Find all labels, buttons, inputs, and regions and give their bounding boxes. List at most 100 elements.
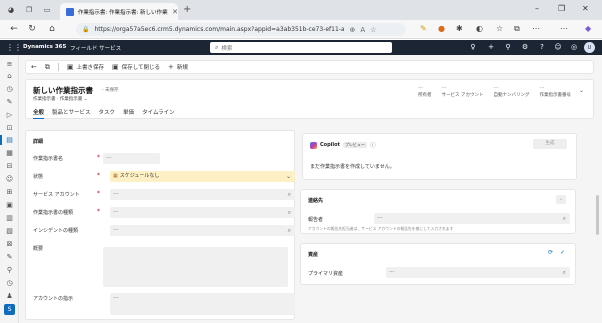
app-name[interactable]: フィールド サービス xyxy=(70,44,121,52)
scrollbar[interactable] xyxy=(596,195,599,235)
assets-icon[interactable]: ▣ xyxy=(5,201,14,210)
run-icon[interactable]: ▷ xyxy=(5,111,14,120)
new-button[interactable]: + 新規 xyxy=(168,63,188,71)
bookings-icon[interactable]: ⊟ xyxy=(5,162,14,171)
work-order-type-lookup[interactable]: --- ⌕ xyxy=(110,207,295,218)
chevron-down-icon[interactable]: ⌄ xyxy=(579,87,584,94)
brand-label[interactable]: Dynamics 365 xyxy=(23,44,66,50)
tab-actions-icon[interactable]: ▭ xyxy=(42,5,52,15)
avatar[interactable]: U xyxy=(584,42,595,53)
lookup-value: --- xyxy=(377,215,383,221)
generate-button[interactable]: 生成 xyxy=(533,139,567,149)
people-icon[interactable]: ☺ xyxy=(5,175,14,184)
split-screen-icon[interactable]: ◐ xyxy=(476,24,483,33)
global-search-input[interactable]: ⌕ 検索 xyxy=(210,42,392,53)
tab-price[interactable]: 単価 xyxy=(123,108,134,119)
primary-asset-lookup[interactable]: --- ⌕ xyxy=(386,267,570,278)
service-account-lookup[interactable]: --- ⌕ xyxy=(110,189,295,200)
settings-more-icon[interactable]: ⋯ xyxy=(532,24,540,33)
browser-tab[interactable]: 作業指示書: 作業指示書: 新しい作業指示書 ✕ xyxy=(60,3,178,20)
back-button[interactable]: ← xyxy=(31,63,37,71)
tab-title: 作業指示書: 作業指示書: 新しい作業指示書 xyxy=(77,9,168,16)
close-window-icon[interactable]: ✕ xyxy=(582,4,589,13)
read-aloud-icon[interactable]: A xyxy=(360,26,365,34)
chat-icon[interactable]: ☺ xyxy=(553,43,563,51)
field-label: 報告者 xyxy=(308,217,324,223)
collections-icon[interactable]: ⧉ xyxy=(514,24,520,34)
header-field-value: --- xyxy=(418,86,423,91)
waffle-icon[interactable]: ⋮⋮ xyxy=(6,43,22,52)
more-icon[interactable]: ⋯ xyxy=(560,24,568,33)
favorites-icon[interactable]: ☆ xyxy=(496,24,503,33)
status-select[interactable]: ▦ スケジュールなし ⌄ xyxy=(110,171,295,182)
profile-icon[interactable]: ◕ xyxy=(6,5,16,15)
workspaces-icon[interactable]: ❐ xyxy=(24,5,34,15)
copilot-name: Copilot xyxy=(320,142,340,148)
tools-icon[interactable]: ✎ xyxy=(5,253,14,262)
copilot-header-icon[interactable]: ◎ xyxy=(569,43,579,51)
save-button[interactable]: ▣ 上書き保存 xyxy=(67,63,104,71)
info-icon[interactable]: ⓘ xyxy=(370,141,376,149)
help-icon[interactable]: ? xyxy=(537,43,547,51)
maximize-icon[interactable]: ❐ xyxy=(558,4,565,13)
documents-icon[interactable]: ▥ xyxy=(5,214,14,223)
add-icon[interactable]: + xyxy=(486,43,496,51)
form-selector[interactable]: 作業指示書 xyxy=(60,97,83,102)
header-field-service-account[interactable]: --- サービス アカウント xyxy=(442,86,484,98)
location-icon[interactable]: ⚲ xyxy=(5,266,14,275)
save-and-close-button[interactable]: ▣ 保存して閉じる xyxy=(112,63,160,71)
minimize-icon[interactable]: – xyxy=(535,4,539,13)
settings-icon[interactable]: ⚙ xyxy=(520,43,530,51)
home-icon[interactable]: ⌂ xyxy=(46,24,58,34)
extension-puzzle-icon[interactable]: ✱ xyxy=(456,24,463,33)
calendar-icon[interactable]: ▦ xyxy=(5,149,14,158)
extension-orange-icon[interactable]: ● xyxy=(438,24,445,33)
cases-icon[interactable]: ▧ xyxy=(5,227,14,236)
refresh-icon[interactable]: ⟳ xyxy=(548,249,553,256)
tab-close-icon[interactable]: ✕ xyxy=(172,8,178,16)
check-icon[interactable]: ✓ xyxy=(560,249,565,256)
area-switcher-icon[interactable]: S xyxy=(4,304,15,315)
recent-icon[interactable]: ◷ xyxy=(5,85,14,94)
url-field[interactable]: 🔒 https://orga57a5ec6.crm5.dynamics.com/… xyxy=(76,23,406,36)
work-orders-icon[interactable]: ▤ xyxy=(5,136,14,145)
favorite-star-icon[interactable]: ☆ xyxy=(370,26,376,34)
summary-textarea[interactable] xyxy=(103,247,288,287)
contact-action-button[interactable]: ⌄ xyxy=(556,195,566,204)
refresh-icon[interactable]: ↻ xyxy=(26,24,38,34)
extension-pen-icon[interactable]: ✎ xyxy=(420,24,427,33)
filter-icon[interactable]: ⚲ xyxy=(503,43,513,51)
lightbulb-icon[interactable]: ♀ xyxy=(468,43,478,51)
pinned-icon[interactable]: ✎ xyxy=(5,98,14,107)
reported-by-lookup[interactable]: --- ⌕ xyxy=(374,213,570,224)
home-nav-icon[interactable]: ⌂ xyxy=(5,72,14,81)
back-icon[interactable]: ← xyxy=(8,24,20,34)
schedule-icon[interactable]: ⊡ xyxy=(5,124,14,133)
tab-timeline[interactable]: タイムライン xyxy=(142,108,175,119)
header-field-autonumber[interactable]: --- 自動ナンバリング xyxy=(494,86,530,98)
time-icon[interactable]: ◷ xyxy=(5,279,14,288)
tab-general[interactable]: 全般 xyxy=(33,108,45,119)
tab-tasks[interactable]: タスク xyxy=(99,108,116,119)
account-instructions-field[interactable]: --- xyxy=(110,293,295,315)
incident-type-lookup[interactable]: --- ⌕ xyxy=(110,225,295,236)
copilot-browser-icon[interactable]: ◆ xyxy=(585,24,591,33)
popout-button[interactable]: ⧉ xyxy=(45,63,50,72)
zoom-icon[interactable]: ⊕ xyxy=(349,26,355,34)
search-icon: ⌕ xyxy=(215,43,219,51)
header-fields: --- 所有者 --- サービス アカウント --- 自動ナンバリング --- 作業指示… xyxy=(418,86,571,98)
resource-icon[interactable]: ♟ xyxy=(5,292,14,301)
inventory-icon[interactable]: ⊠ xyxy=(5,240,14,249)
new-tab-icon[interactable]: + xyxy=(183,4,191,15)
record-header: 新しい作業指示書 - 未保存 作業指示書 · 作業指示書 ⌄ --- 所有者 --… xyxy=(25,79,594,119)
tab-products-services[interactable]: 製品とサービス xyxy=(52,108,91,119)
field-label: 作業指示書名 xyxy=(33,156,64,162)
header-field-owner[interactable]: --- 所有者 xyxy=(418,86,432,98)
field-label: 作業指示書の種類 xyxy=(33,210,74,216)
header-field-wo-number[interactable]: --- 作業指示書番号 xyxy=(540,86,572,98)
menu-icon[interactable]: ≡ xyxy=(5,60,14,69)
accounts-icon[interactable]: ⊞ xyxy=(5,188,14,197)
section-title: 連絡先 xyxy=(308,198,324,204)
work-order-name-input[interactable]: --- xyxy=(103,153,160,164)
active-indicator xyxy=(0,135,2,145)
